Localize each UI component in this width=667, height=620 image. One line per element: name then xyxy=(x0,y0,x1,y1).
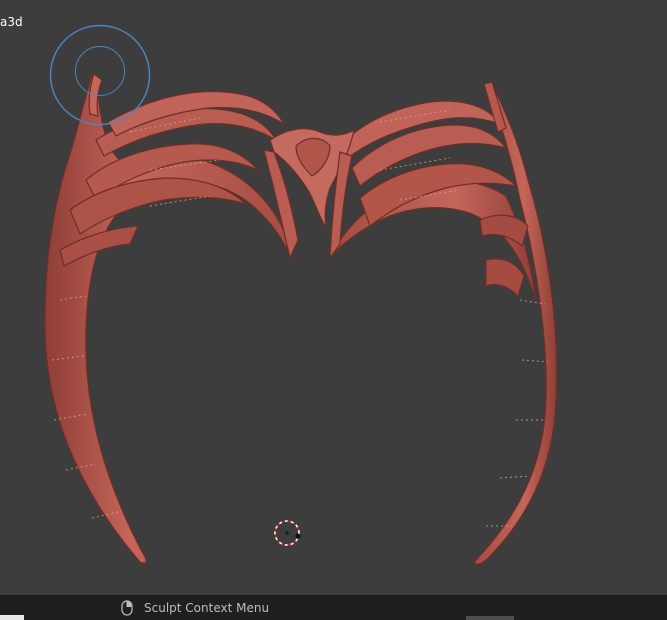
mouse-right-click-icon xyxy=(121,600,133,616)
status-hint-text: Sculpt Context Menu xyxy=(144,601,270,615)
status-bar: Sculpt Context Menu xyxy=(0,595,667,620)
3d-viewport[interactable]: a3d xyxy=(0,0,667,595)
status-left-field[interactable] xyxy=(0,615,24,620)
crown-model[interactable] xyxy=(44,73,558,565)
3d-cursor-icon[interactable] xyxy=(274,520,301,546)
viewport-object-label: a3d xyxy=(0,15,23,29)
viewport-canvas[interactable] xyxy=(0,0,667,595)
blender-window: a3d Sculpt Context Menu xyxy=(0,0,667,620)
status-right-field xyxy=(466,616,514,620)
